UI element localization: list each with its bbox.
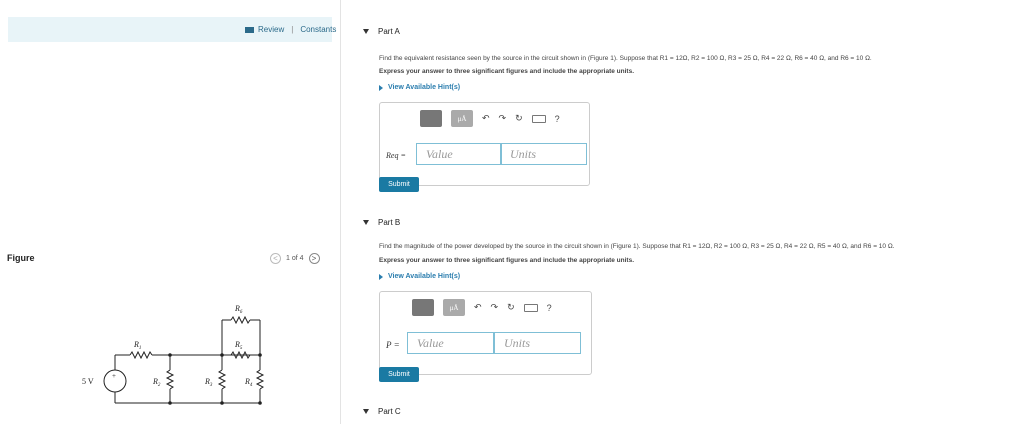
part-a-submit-button[interactable]: Submit: [379, 177, 419, 192]
part-a-header[interactable]: Part A: [363, 27, 400, 36]
svg-text:R1: R1: [133, 340, 141, 351]
book-icon: [245, 26, 254, 33]
undo-icon[interactable]: ↶: [474, 302, 482, 313]
part-a-hint-link[interactable]: View Available Hint(s): [379, 84, 460, 91]
resistor-r1: [129, 350, 153, 360]
part-a-answer-box: μÅ ↶ ↷ ↻ ? Req = Value Units: [379, 102, 590, 186]
help-icon[interactable]: ?: [547, 303, 552, 313]
part-b-header[interactable]: Part B: [363, 218, 400, 227]
pager-text: 1 of 4: [286, 255, 304, 262]
keyboard-icon[interactable]: [531, 114, 546, 123]
template-icon[interactable]: [412, 299, 434, 316]
p-units-input[interactable]: Units: [494, 332, 581, 354]
part-b-question: Find the magnitude of the power develope…: [379, 243, 895, 250]
p-label: P =: [386, 340, 400, 350]
keyboard-icon[interactable]: [523, 303, 538, 312]
part-b-toolbar: μÅ ↶ ↷ ↻ ?: [412, 299, 552, 316]
expand-icon: [379, 84, 383, 91]
expand-icon: [379, 273, 383, 280]
collapse-icon: [363, 220, 369, 225]
part-b-instructions: Express your answer to three significant…: [379, 257, 634, 264]
req-units-input[interactable]: Units: [500, 143, 587, 165]
source-label: 5 V: [82, 377, 94, 386]
resistor-r6: [230, 315, 251, 325]
separator: |: [291, 25, 294, 34]
svg-text:R5: R5: [234, 340, 243, 351]
reset-icon[interactable]: ↻: [515, 113, 523, 124]
svg-text:R6: R6: [234, 304, 243, 315]
req-label: Req =: [386, 151, 406, 160]
figure-label: Figure: [7, 253, 35, 263]
resistor-r4: [255, 369, 265, 390]
part-b-title: Part B: [378, 218, 401, 227]
part-a-question: Find the equivalent resistance seen by t…: [379, 55, 872, 62]
part-a-instructions: Express your answer to three significant…: [379, 68, 634, 75]
redo-icon[interactable]: ↷: [491, 302, 499, 313]
part-a-title: Part A: [378, 27, 400, 36]
part-c-header[interactable]: Part C: [363, 407, 401, 416]
hint-label: View Available Hint(s): [388, 273, 461, 280]
svg-text:R2: R2: [152, 377, 161, 388]
figure-panel: Review | Constants Figure < 1 of 4 > 5 V…: [0, 0, 340, 424]
part-a-toolbar: μÅ ↶ ↷ ↻ ?: [420, 110, 560, 127]
req-value-input[interactable]: Value: [416, 143, 502, 165]
source-plus: +: [112, 372, 116, 380]
help-icon[interactable]: ?: [555, 114, 560, 124]
units-icon[interactable]: μÅ: [451, 110, 473, 127]
review-bar: Review | Constants: [8, 17, 336, 42]
resistor-r2: [165, 369, 175, 390]
svg-text:R3: R3: [204, 377, 213, 388]
constants-link[interactable]: Constants: [300, 25, 336, 34]
next-figure-button[interactable]: >: [308, 253, 320, 264]
pane-divider: [340, 0, 341, 424]
p-value-input[interactable]: Value: [407, 332, 494, 354]
part-b-answer-box: μÅ ↶ ↷ ↻ ? P = Value Units: [379, 291, 592, 375]
resistor-r3: [217, 369, 227, 390]
part-b-hint-link[interactable]: View Available Hint(s): [379, 273, 460, 280]
undo-icon[interactable]: ↶: [482, 113, 490, 124]
redo-icon[interactable]: ↷: [499, 113, 507, 124]
units-icon[interactable]: μÅ: [443, 299, 465, 316]
review-link[interactable]: Review: [258, 25, 284, 34]
prev-figure-button[interactable]: <: [270, 253, 281, 264]
figure-pager: < 1 of 4 >: [270, 253, 320, 264]
part-b-submit-button[interactable]: Submit: [379, 367, 419, 382]
collapse-icon: [363, 409, 369, 414]
reset-icon[interactable]: ↻: [507, 302, 515, 313]
svg-text:R4: R4: [244, 377, 253, 388]
collapse-icon: [363, 29, 369, 34]
template-icon[interactable]: [420, 110, 442, 127]
circuit-diagram: 5 V + R1 R2 R3 R4 R5 R6: [82, 304, 265, 405]
part-c-title: Part C: [378, 407, 401, 416]
hint-label: View Available Hint(s): [388, 84, 461, 91]
